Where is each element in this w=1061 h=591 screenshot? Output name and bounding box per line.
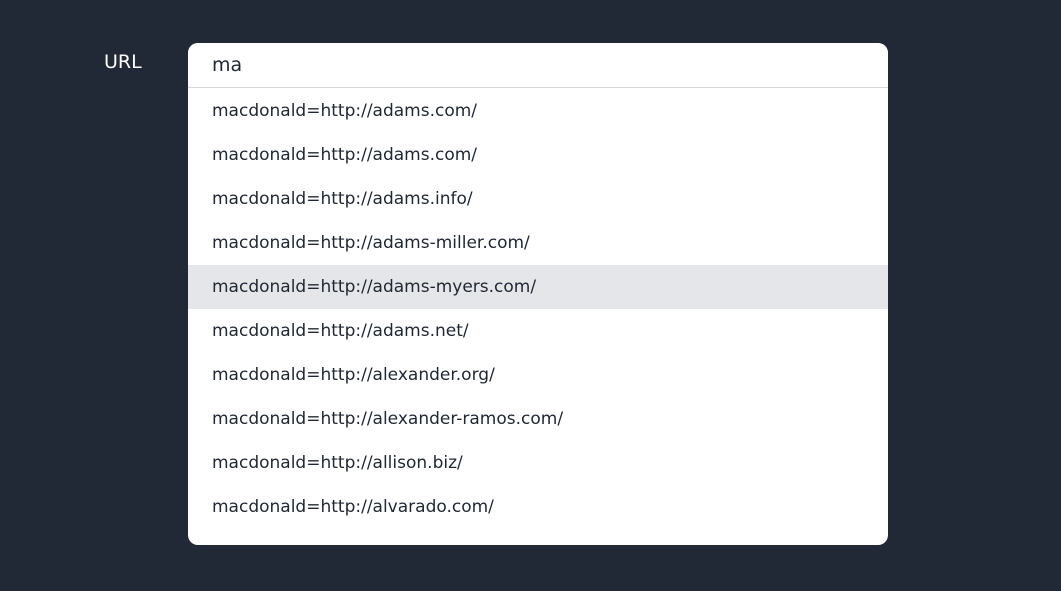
suggestion-item[interactable]: macdonald=http://alvarado.com/: [188, 485, 888, 529]
suggestion-item[interactable]: macdonald=http://adams.net/: [188, 309, 888, 353]
suggestion-item[interactable]: macdonald=http://adams.com/: [188, 133, 888, 177]
suggestion-item[interactable]: macdonald=http://adams.com/: [188, 89, 888, 133]
suggestion-item[interactable]: macdonald=http://adams-miller.com/: [188, 221, 888, 265]
suggestion-item[interactable]: macdonald=http://alexander-ramos.com/: [188, 397, 888, 441]
suggestion-item[interactable]: macdonald=http://alexander.org/: [188, 353, 888, 397]
suggestion-item[interactable]: macdonald=http://allison.biz/: [188, 441, 888, 485]
suggestion-list: macdonald=http://adams.com/ macdonald=ht…: [188, 89, 888, 529]
suggestion-item[interactable]: macdonald=http://adams.info/: [188, 177, 888, 221]
suggestion-item[interactable]: macdonald=http://adams-myers.com/: [188, 265, 888, 309]
url-autocomplete: macdonald=http://adams.com/ macdonald=ht…: [188, 43, 888, 545]
url-label: URL: [104, 51, 142, 73]
url-input[interactable]: [188, 43, 888, 88]
